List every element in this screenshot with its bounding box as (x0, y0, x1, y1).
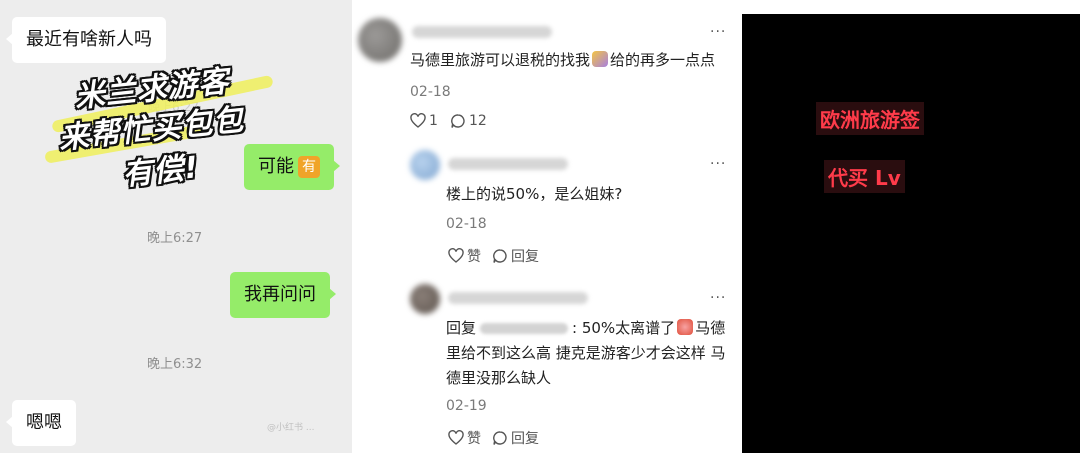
message-bubble-incoming[interactable]: 嗯嗯 (6, 400, 76, 446)
username-blurred[interactable] (448, 158, 568, 170)
more-options-icon[interactable]: ··· (710, 24, 726, 40)
like-button[interactable]: 1 (410, 113, 438, 129)
comment-bubble-icon (451, 114, 465, 128)
heart-icon (410, 113, 426, 128)
dark-panel: 欧洲旅游签 代买 Lv (742, 14, 1080, 453)
comment-text: 回复: 50%太离谱了 马德 里给不到这么高 捷克是游客少才会这样 马 德里没那么… (446, 319, 726, 387)
comment-date: 02-18 (410, 84, 451, 100)
timestamp: 晚上6:32 (147, 357, 203, 372)
more-options-icon[interactable]: ··· (710, 156, 726, 172)
message-text: 我再问问 (244, 284, 316, 305)
like-button[interactable]: 赞 (448, 428, 481, 448)
reply-button[interactable]: 回复 (492, 246, 539, 266)
message-bubble-outgoing[interactable]: 我再问问 (230, 272, 336, 318)
like-label: 赞 (467, 249, 481, 265)
message-bubble-incoming[interactable]: 最近有啥新人吗 (6, 17, 166, 63)
service-tag: 欧洲旅游签 (816, 102, 924, 135)
comment-text: 马德里旅游可以退税的找我 给的再多一点点 (410, 51, 716, 69)
reply-label: 回复 (511, 249, 539, 265)
like-button[interactable]: 赞 (448, 246, 481, 266)
message-text: 最近有啥新人吗 (26, 29, 152, 50)
avatar[interactable] (410, 150, 440, 180)
service-tag: 代买 Lv (824, 160, 905, 193)
chat-panel: 最近有啥新人吗 晚上6:27 可能有 晚上6:27 我再问问 晚上6:32 嗯嗯… (0, 0, 352, 453)
timestamp: 晚上6:27 (147, 231, 203, 246)
watermark: @小红书 ... (267, 423, 315, 433)
reply-button[interactable]: 12 (450, 113, 487, 129)
avatar[interactable] (358, 18, 402, 62)
more-options-icon[interactable]: ··· (710, 290, 726, 306)
heart-icon (448, 430, 464, 445)
caption-line: 有偿! (120, 150, 201, 193)
heart-icon (448, 248, 464, 263)
crying-face-emoji-icon (677, 319, 694, 335)
reply-label: 回复 (511, 431, 539, 447)
avatar[interactable] (410, 284, 440, 314)
username-blurred[interactable] (448, 292, 588, 304)
comment-bubble-icon (493, 249, 507, 263)
comment-text: 楼上的说50%，是么姐妹? (446, 185, 623, 203)
comment-date: 02-19 (446, 398, 487, 414)
mentioned-user-blurred (480, 323, 569, 334)
you-emoji-badge: 有 (298, 156, 320, 178)
caption-overlay: 米兰求游客 来帮忙买包包 有偿! (44, 60, 284, 193)
like-label: 赞 (467, 431, 481, 447)
message-text: 嗯嗯 (26, 412, 62, 433)
comments-panel: ··· 马德里旅游可以退税的找我 给的再多一点点 02-18 1 12 ··· 楼… (352, 0, 742, 453)
comment-bubble-icon (493, 431, 507, 445)
username-blurred[interactable] (412, 26, 552, 38)
like-count: 1 (429, 113, 438, 129)
raised-hand-emoji-icon (592, 51, 609, 67)
reply-count: 12 (469, 113, 487, 129)
reply-button[interactable]: 回复 (492, 428, 539, 448)
screenshot-collage: 最近有啥新人吗 晚上6:27 可能有 晚上6:27 我再问问 晚上6:32 嗯嗯… (0, 0, 1080, 453)
comment-date: 02-18 (446, 216, 487, 232)
